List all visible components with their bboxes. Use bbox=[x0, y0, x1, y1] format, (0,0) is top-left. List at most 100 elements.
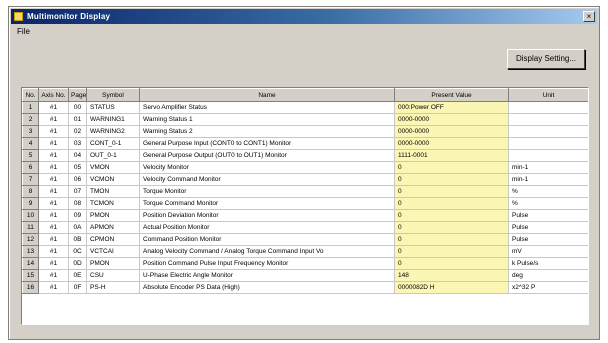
page-cell: 03 bbox=[68, 137, 87, 150]
unit-cell bbox=[508, 149, 588, 162]
present-value-cell: 000:Power OFF bbox=[394, 101, 509, 114]
row-number-cell[interactable]: 9 bbox=[22, 197, 39, 210]
row-number-cell[interactable]: 11 bbox=[22, 221, 39, 234]
title-bar[interactable]: Multimonitor Display × bbox=[11, 9, 597, 24]
table-row[interactable]: 9 #1 08 TCMON Torque Command Monitor 0% bbox=[22, 197, 588, 210]
table-row[interactable]: 16 #1 0F PS-H Absolute Encoder PS Data (High… bbox=[22, 281, 588, 294]
table-row[interactable]: 2 #1 01 WARNING1 Warning Status 1 0000-0000 bbox=[22, 113, 588, 126]
table-row[interactable]: 5 #1 04 OUT_0-1 General Purpose Output (OUT0… bbox=[22, 149, 588, 162]
unit-cell: min-1 bbox=[508, 161, 588, 174]
column-header-no[interactable]: No. bbox=[22, 88, 39, 102]
symbol-cell: PMON bbox=[86, 257, 140, 270]
table-row[interactable]: 4 #1 03 CONT_0-1 General Purpose Input (CONT… bbox=[22, 137, 588, 150]
unit-cell bbox=[508, 101, 588, 114]
axis-cell: #1 bbox=[38, 161, 69, 174]
page-cell: 05 bbox=[68, 161, 87, 174]
name-cell: Absolute Encoder PS Data (High) bbox=[139, 281, 395, 294]
axis-cell: #1 bbox=[38, 245, 69, 258]
unit-cell: Pulse bbox=[508, 221, 588, 234]
row-number-cell[interactable]: 7 bbox=[22, 173, 39, 186]
axis-cell: #1 bbox=[38, 101, 69, 114]
symbol-cell: VCMON bbox=[86, 173, 140, 186]
page-cell: 0C bbox=[68, 245, 87, 258]
row-number-cell[interactable]: 16 bbox=[22, 281, 39, 294]
table-row[interactable]: 14 #1 0D PMON Position Command Pulse Input F… bbox=[22, 257, 588, 270]
table-row[interactable]: 1 #1 00 STATUS Servo Amplifier Status 000:Pow… bbox=[22, 101, 588, 114]
table-row[interactable]: 8 #1 07 TMON Torque Monitor 0% bbox=[22, 185, 588, 198]
page-cell: 06 bbox=[68, 173, 87, 186]
column-header-value[interactable]: Present Value bbox=[394, 88, 509, 102]
unit-cell bbox=[508, 125, 588, 138]
column-header-page[interactable]: Page bbox=[68, 88, 87, 102]
axis-cell: #1 bbox=[38, 209, 69, 222]
name-cell: Torque Monitor bbox=[139, 185, 395, 198]
axis-cell: #1 bbox=[38, 173, 69, 186]
row-number-cell[interactable]: 12 bbox=[22, 233, 39, 246]
axis-cell: #1 bbox=[38, 197, 69, 210]
row-number-cell[interactable]: 6 bbox=[22, 161, 39, 174]
table-row[interactable]: 6 #1 05 VMON Velocity Monitor 0 min-1 bbox=[22, 161, 588, 174]
axis-cell: #1 bbox=[38, 269, 69, 282]
menu-file[interactable]: File bbox=[11, 27, 36, 36]
present-value-cell: 0 bbox=[394, 257, 509, 270]
table-row[interactable]: 15 #1 0E CSU U-Phase Electric Angle Monitor 1… bbox=[22, 269, 588, 282]
display-setting-button[interactable]: Display Setting... bbox=[507, 49, 585, 69]
page-cell: 0F bbox=[68, 281, 87, 294]
present-value-cell: 0 bbox=[394, 209, 509, 222]
row-number-cell[interactable]: 10 bbox=[22, 209, 39, 222]
column-header-unit[interactable]: Unit bbox=[508, 88, 588, 102]
row-number-cell[interactable]: 13 bbox=[22, 245, 39, 258]
axis-cell: #1 bbox=[38, 185, 69, 198]
page-cell: 01 bbox=[68, 113, 87, 126]
monitor-grid[interactable]: No. Axis No. Page Symbol Name Present Va… bbox=[21, 87, 589, 325]
table-row[interactable]: 7 #1 06 VCMON Velocity Command Monitor 0 min-1 bbox=[22, 173, 588, 186]
table-row[interactable]: 10 #1 09 PMON Position Deviation Monitor 0 Pul… bbox=[22, 209, 588, 222]
present-value-cell: 0 bbox=[394, 173, 509, 186]
column-header-symbol[interactable]: Symbol bbox=[86, 88, 140, 102]
row-number-cell[interactable]: 3 bbox=[22, 125, 39, 138]
axis-cell: #1 bbox=[38, 281, 69, 294]
row-number-cell[interactable]: 8 bbox=[22, 185, 39, 198]
close-button[interactable]: × bbox=[583, 11, 595, 22]
table-row[interactable]: 13 #1 0C VCTCAI Analog Velocity Command / An… bbox=[22, 245, 588, 258]
column-header-name[interactable]: Name bbox=[139, 88, 395, 102]
header-row: No. Axis No. Page Symbol Name Present Va… bbox=[22, 88, 588, 102]
present-value-cell: 0 bbox=[394, 245, 509, 258]
symbol-cell: CPMON bbox=[86, 233, 140, 246]
present-value-cell: 0000-0000 bbox=[394, 137, 509, 150]
name-cell: Warning Status 2 bbox=[139, 125, 395, 138]
symbol-cell: STATUS bbox=[86, 101, 140, 114]
row-number-cell[interactable]: 2 bbox=[22, 113, 39, 126]
monitor-table: No. Axis No. Page Symbol Name Present Va… bbox=[22, 88, 588, 294]
page-cell: 0B bbox=[68, 233, 87, 246]
page-cell: 04 bbox=[68, 149, 87, 162]
name-cell: General Purpose Input (CONT0 to CONT1) M… bbox=[139, 137, 395, 150]
present-value-cell: 148 bbox=[394, 269, 509, 282]
symbol-cell: WARNING1 bbox=[86, 113, 140, 126]
present-value-cell: 0 bbox=[394, 197, 509, 210]
row-number-cell[interactable]: 14 bbox=[22, 257, 39, 270]
unit-cell bbox=[508, 113, 588, 126]
unit-cell: % bbox=[508, 185, 588, 198]
page-cell: 0A bbox=[68, 221, 87, 234]
present-value-cell: 1111-0001 bbox=[394, 149, 509, 162]
row-number-cell[interactable]: 4 bbox=[22, 137, 39, 150]
page-cell: 07 bbox=[68, 185, 87, 198]
row-number-cell[interactable]: 15 bbox=[22, 269, 39, 282]
page-cell: 08 bbox=[68, 197, 87, 210]
table-row[interactable]: 3 #1 02 WARNING2 Warning Status 2 0000-0000 bbox=[22, 125, 588, 138]
unit-cell: % bbox=[508, 197, 588, 210]
table-row[interactable]: 11 #1 0A APMON Actual Position Monitor 0 Pulse bbox=[22, 221, 588, 234]
column-header-axis[interactable]: Axis No. bbox=[38, 88, 69, 102]
table-row[interactable]: 12 #1 0B CPMON Command Position Monitor 0 Puls… bbox=[22, 233, 588, 246]
page-cell: 02 bbox=[68, 125, 87, 138]
unit-cell: min-1 bbox=[508, 173, 588, 186]
present-value-cell: 0 bbox=[394, 161, 509, 174]
symbol-cell: VCTCAI bbox=[86, 245, 140, 258]
axis-cell: #1 bbox=[38, 233, 69, 246]
name-cell: U-Phase Electric Angle Monitor bbox=[139, 269, 395, 282]
row-number-cell[interactable]: 1 bbox=[22, 101, 39, 114]
unit-cell: Pulse bbox=[508, 233, 588, 246]
row-number-cell[interactable]: 5 bbox=[22, 149, 39, 162]
present-value-cell: 0 bbox=[394, 233, 509, 246]
